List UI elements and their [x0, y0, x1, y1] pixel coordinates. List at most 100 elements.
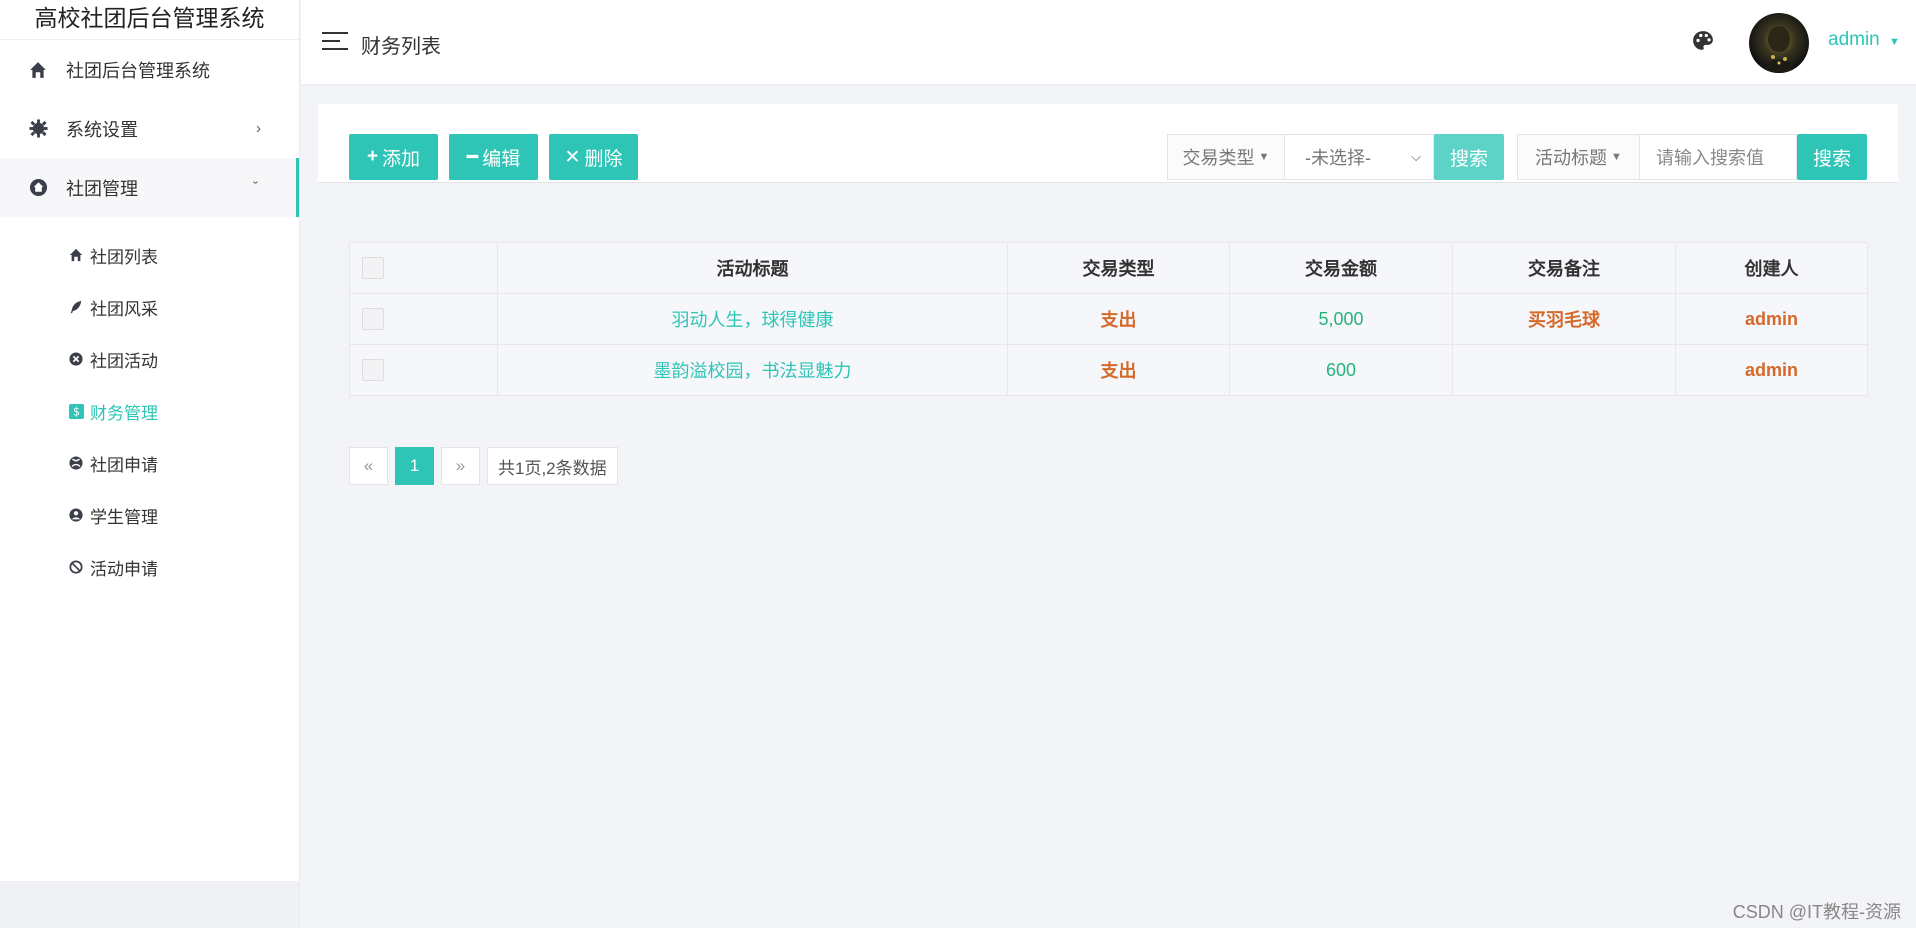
sidebar-item-settings[interactable]: 系统设置 › [0, 99, 299, 158]
finance-table: 活动标题 交易类型 交易金额 交易备注 创建人 羽动人生，球得健康 支出 5,0… [349, 242, 1868, 396]
table-header-row: 活动标题 交易类型 交易金额 交易备注 创建人 [349, 242, 1868, 294]
caret-down-icon: ▼ [1889, 36, 1900, 48]
row-select-cell [349, 293, 498, 345]
column-header[interactable]: 交易金额 [1229, 242, 1453, 294]
sidebar-item-label: 社团活动 [90, 351, 158, 371]
sidebar-item-label: 社团列表 [90, 247, 158, 267]
app-brand: 高校社团后台管理系统 [0, 0, 299, 40]
feather-icon [68, 299, 84, 315]
search-button-label: 搜索 [1812, 148, 1851, 170]
column-header[interactable]: 活动标题 [497, 242, 1008, 294]
pagination-info: 共1页,2条数据 [487, 447, 618, 485]
cell-amount: 5,000 [1229, 293, 1453, 345]
cell-title[interactable]: 墨韵溢校园，书法显魅力 [497, 344, 1008, 396]
cell-type: 支出 [1007, 293, 1230, 345]
sidebar-footer [0, 881, 300, 928]
delete-button-label: 删除 [584, 148, 623, 170]
sidebar: 高校社团后台管理系统 社团后台管理系统 系统设置 › 社团管理 ˇ 社团列表 社… [0, 0, 300, 881]
row-checkbox[interactable] [362, 359, 384, 382]
minus-icon: ━ [466, 146, 479, 168]
title-label-text: 活动标题 [1535, 148, 1608, 168]
page-1-button[interactable]: 1 [395, 447, 434, 485]
keyword-input[interactable]: 请输入搜索值 [1639, 134, 1797, 180]
chevron-down-icon: ⌵ [1411, 149, 1421, 164]
menu-toggle-icon[interactable] [322, 32, 348, 52]
edit-button-label: 编辑 [482, 148, 521, 170]
house-circle-icon [28, 178, 48, 198]
select-all-cell [349, 242, 498, 294]
sidebar-item-activity-apply[interactable]: 活动申请 [0, 541, 299, 593]
add-button-label: 添加 [382, 148, 421, 170]
sidebar-item-club-list[interactable]: 社团列表 [0, 229, 299, 281]
prev-page-button[interactable]: « [349, 447, 388, 485]
sidebar-item-club-activities[interactable]: 社团活动 [0, 333, 299, 385]
chevron-right-icon: › [256, 120, 261, 137]
caret-down-icon: ▼ [1258, 151, 1270, 163]
home-icon [68, 247, 84, 263]
sidebar-item-label: 社团后台管理系统 [66, 60, 210, 81]
plus-icon: + [366, 146, 379, 167]
toolbar: + 添加 ━ 编辑 ✕ 删除 交易类型 ▼ -未选择- ⌵ 搜索 活动标题 ▼ … [318, 104, 1898, 183]
search-button-label: 搜索 [1449, 148, 1488, 170]
type-label-text: 交易类型 [1182, 148, 1255, 168]
ban-icon [68, 559, 84, 575]
sidebar-item-club-management[interactable]: 社团管理 ˇ [0, 158, 299, 217]
keyword-placeholder: 请输入搜索值 [1656, 148, 1764, 168]
top-header: 财务列表 admin ▼ [301, 0, 1916, 85]
palette-icon[interactable] [1692, 30, 1716, 54]
sidebar-item-finance[interactable]: $ 财务管理 [0, 385, 299, 437]
row-checkbox[interactable] [362, 308, 384, 331]
cell-amount: 600 [1229, 344, 1453, 396]
table-row[interactable]: 墨韵溢校园，书法显魅力 支出 600 admin [349, 344, 1868, 396]
sidebar-item-students[interactable]: 学生管理 [0, 489, 299, 541]
page-title: 财务列表 [361, 36, 441, 58]
add-button[interactable]: + 添加 [349, 134, 438, 180]
type-select-value: -未选择- [1305, 148, 1371, 168]
avatar[interactable] [1749, 13, 1809, 73]
user-menu[interactable]: admin ▼ [1828, 29, 1900, 51]
cell-type: 支出 [1007, 344, 1230, 396]
svg-text:$: $ [72, 405, 79, 418]
cell-title[interactable]: 羽动人生，球得健康 [497, 293, 1008, 345]
sidebar-item-home[interactable]: 社团后台管理系统 [0, 40, 299, 99]
edit-button[interactable]: ━ 编辑 [449, 134, 538, 180]
watermark: CSDN @IT教程-资源 [1732, 902, 1901, 922]
sidebar-item-label: 系统设置 [66, 119, 138, 140]
cell-note: 买羽毛球 [1452, 293, 1676, 345]
sidebar-item-club-style[interactable]: 社团风采 [0, 281, 299, 333]
cell-creator: admin [1675, 344, 1868, 396]
submenu: 社团列表 社团风采 社团活动 $ 财务管理 社团申请 学生管理 活动申请 [0, 217, 299, 593]
user-circle-icon [68, 507, 84, 523]
activity-title-filter-label[interactable]: 活动标题 ▼ [1517, 134, 1640, 180]
gear-icon [28, 119, 48, 139]
keyword-search-button[interactable]: 搜索 [1797, 134, 1867, 180]
sidebar-item-label: 社团风采 [90, 299, 158, 319]
row-select-cell [349, 344, 498, 396]
table-row[interactable]: 羽动人生，球得健康 支出 5,000 买羽毛球 admin [349, 293, 1868, 345]
pagination: « 1 » 共1页,2条数据 [349, 447, 625, 485]
user-name: admin [1828, 29, 1880, 50]
select-all-checkbox[interactable] [362, 257, 384, 280]
dollar-icon: $ [68, 403, 84, 419]
sidebar-item-label: 财务管理 [90, 403, 158, 423]
cell-note [1452, 344, 1676, 396]
delete-button[interactable]: ✕ 删除 [549, 134, 638, 180]
x-circle-icon [68, 351, 84, 367]
xbox-icon [68, 455, 84, 471]
sidebar-item-label: 活动申请 [90, 559, 158, 579]
sidebar-item-label: 社团管理 [66, 178, 138, 199]
type-search-button[interactable]: 搜索 [1434, 134, 1504, 180]
sidebar-item-club-apply[interactable]: 社团申请 [0, 437, 299, 489]
transaction-type-filter-label[interactable]: 交易类型 ▼ [1167, 134, 1285, 180]
column-header[interactable]: 创建人 [1675, 242, 1868, 294]
sidebar-item-label: 学生管理 [90, 507, 158, 527]
sidebar-item-label: 社团申请 [90, 455, 158, 475]
caret-down-icon: ▼ [1611, 151, 1622, 163]
chevron-down-icon: ˇ [253, 179, 258, 196]
column-header[interactable]: 交易备注 [1452, 242, 1676, 294]
column-header[interactable]: 交易类型 [1007, 242, 1230, 294]
transaction-type-select[interactable]: -未选择- ⌵ [1284, 134, 1434, 180]
next-page-button[interactable]: » [441, 447, 480, 485]
home-icon [28, 60, 48, 80]
cell-creator: admin [1675, 293, 1868, 345]
